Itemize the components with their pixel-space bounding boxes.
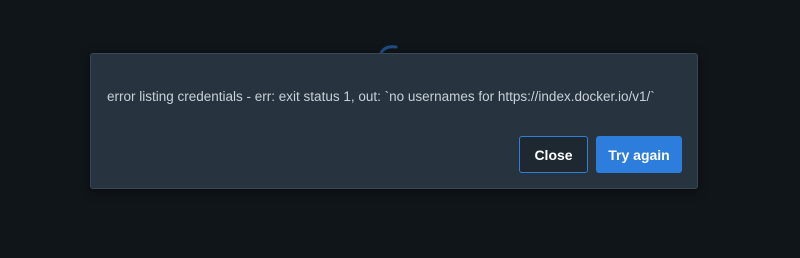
app-backdrop: error listing credentials - err: exit st… (0, 0, 800, 258)
error-dialog: error listing credentials - err: exit st… (90, 53, 698, 189)
dialog-actions: Close Try again (519, 136, 682, 173)
error-message: error listing credentials - err: exit st… (107, 89, 655, 104)
close-button[interactable]: Close (519, 136, 588, 173)
try-again-button[interactable]: Try again (596, 136, 682, 173)
